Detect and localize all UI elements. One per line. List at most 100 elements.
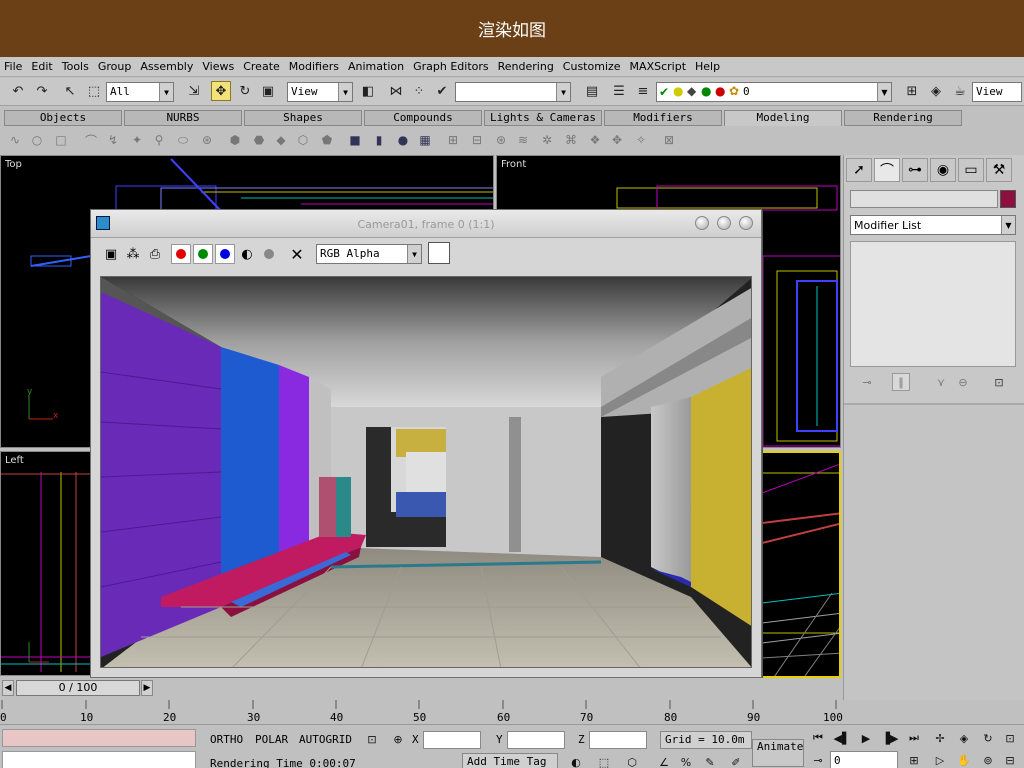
object-name-field[interactable] bbox=[850, 190, 998, 208]
polar-toggle[interactable]: POLAR bbox=[255, 733, 288, 746]
mirror-icon[interactable]: ⋈ bbox=[386, 81, 406, 101]
grid-object-icon[interactable]: ▦ bbox=[418, 133, 432, 147]
layers-icon[interactable]: ☰ bbox=[609, 81, 629, 101]
menu-assembly[interactable]: Assembly bbox=[140, 60, 193, 73]
minimize-icon[interactable] bbox=[695, 216, 709, 230]
sphere-icon[interactable]: ● bbox=[396, 133, 410, 147]
select-icon[interactable]: ↖ bbox=[60, 81, 80, 101]
bevel-icon[interactable]: ◆ bbox=[274, 133, 288, 147]
lathe-icon[interactable]: ⬡ bbox=[296, 133, 310, 147]
pixel-color-swatch[interactable] bbox=[428, 242, 450, 264]
extrude-icon[interactable]: ⬣ bbox=[252, 133, 266, 147]
monochrome-icon[interactable] bbox=[259, 244, 279, 264]
box-icon[interactable]: ■ bbox=[348, 133, 362, 147]
rendered-frame-window[interactable]: Camera01, frame 0 (1:1) ▣ ⁂ ⎙ ◐ ✕ RGB Al… bbox=[90, 209, 762, 678]
key-mode-icon[interactable]: ⊸ bbox=[808, 751, 828, 768]
menu-maxscript[interactable]: MAXScript bbox=[630, 60, 686, 73]
animate-button[interactable]: Animate bbox=[752, 739, 804, 767]
optimize-icon[interactable]: ✥ bbox=[610, 133, 624, 147]
redo-icon[interactable]: ↷ bbox=[32, 81, 52, 101]
material-editor-icon[interactable]: ◈ bbox=[926, 81, 946, 101]
tab-objects[interactable]: Objects bbox=[4, 110, 122, 126]
selection-lock-icon[interactable]: ◐ bbox=[566, 753, 586, 768]
menu-edit[interactable]: Edit bbox=[31, 60, 52, 73]
tab-lights-cameras[interactable]: Lights & Cameras bbox=[484, 110, 602, 126]
pin-stack-icon[interactable]: ⊸ bbox=[858, 373, 876, 391]
close-icon[interactable] bbox=[739, 216, 753, 230]
twist-icon[interactable]: ⊛ bbox=[200, 133, 214, 147]
current-frame-field[interactable]: 0 bbox=[830, 751, 898, 768]
tab-modifiers[interactable]: Modifiers bbox=[604, 110, 722, 126]
time-prev-icon[interactable]: ◀ bbox=[2, 680, 14, 696]
uvw-icon[interactable]: ⊞ bbox=[446, 133, 460, 147]
spinner-snap-icon[interactable]: ✎ bbox=[700, 753, 720, 768]
x-coordinate-field[interactable] bbox=[423, 731, 481, 749]
menu-customize[interactable]: Customize bbox=[563, 60, 621, 73]
tab-shapes[interactable]: Shapes bbox=[244, 110, 362, 126]
remove-modifier-icon[interactable]: ⊖ bbox=[954, 373, 972, 391]
layer-select[interactable]: ✔ ● ◆ ● ● ✿ 0 ▼ bbox=[656, 82, 892, 102]
channel-display-select[interactable]: RGB Alpha ▼ bbox=[316, 244, 422, 264]
tab-nurbs[interactable]: NURBS bbox=[124, 110, 242, 126]
maxscript-input[interactable] bbox=[2, 751, 196, 768]
show-end-result-icon[interactable]: ∥ bbox=[892, 373, 910, 391]
tab-modeling[interactable]: Modeling bbox=[724, 110, 842, 126]
meshsmooth-icon[interactable]: ❖ bbox=[588, 133, 602, 147]
rectangle-icon[interactable]: □ bbox=[54, 133, 68, 147]
go-to-start-icon[interactable]: ⏮ bbox=[808, 729, 828, 747]
clone-icon[interactable]: ⁂ bbox=[123, 244, 143, 264]
render-icon[interactable]: ☕ bbox=[950, 81, 970, 101]
spline-icon[interactable]: ∿ bbox=[8, 133, 22, 147]
ortho-toggle[interactable]: ORTHO bbox=[210, 733, 243, 746]
scale-icon[interactable]: ▣ bbox=[258, 81, 278, 101]
go-to-end-icon[interactable]: ⏭ bbox=[904, 729, 924, 747]
curve-icon[interactable]: ⌒ bbox=[84, 133, 98, 148]
save-icon[interactable]: ▣ bbox=[101, 244, 121, 264]
menu-animation[interactable]: Animation bbox=[348, 60, 404, 73]
next-frame-icon[interactable]: ▐▶ bbox=[880, 729, 900, 747]
lattice-icon[interactable]: ⊟ bbox=[470, 133, 484, 147]
modifier-list-select[interactable]: Modifier List ▼ bbox=[850, 215, 1016, 235]
bend-icon[interactable]: ↯ bbox=[106, 133, 120, 147]
angle-snap-icon[interactable]: ∠ bbox=[654, 753, 674, 768]
tab-compounds[interactable]: Compounds bbox=[364, 110, 482, 126]
viewport-perspective[interactable] bbox=[760, 451, 841, 678]
previous-frame-icon[interactable]: ◀▌ bbox=[832, 729, 852, 747]
maximize-icon[interactable] bbox=[717, 216, 731, 230]
named-selection-select[interactable]: ▼ bbox=[455, 82, 571, 102]
mesh-icon[interactable]: ⬢ bbox=[228, 133, 242, 147]
display-tab-icon[interactable]: ▭ bbox=[958, 158, 984, 182]
shape-icon[interactable]: ⬟ bbox=[320, 133, 334, 147]
z-coordinate-field[interactable] bbox=[589, 731, 647, 749]
edit-named-sel-icon[interactable]: ✐ bbox=[726, 753, 746, 768]
time-slider-thumb[interactable]: 0 / 100 bbox=[16, 680, 140, 696]
pan-icon[interactable]: ✋ bbox=[954, 751, 974, 768]
shell-icon[interactable]: ⬭ bbox=[176, 133, 190, 147]
utilities-tab-icon[interactable]: ⚒ bbox=[986, 158, 1012, 182]
render-window-titlebar[interactable]: Camera01, frame 0 (1:1) bbox=[91, 210, 761, 238]
circle-icon[interactable]: ○ bbox=[30, 133, 44, 147]
configure-sets-icon[interactable]: ⊡ bbox=[990, 373, 1008, 391]
zoom-all-icon[interactable]: ◈ bbox=[954, 729, 974, 747]
hierarchy-tab-icon[interactable]: ⊶ bbox=[902, 158, 928, 182]
orbit-icon[interactable]: ↻ bbox=[978, 729, 998, 747]
snap-3d-icon[interactable]: ⬡ bbox=[622, 753, 642, 768]
select-by-name-icon[interactable]: ⇲ bbox=[184, 81, 204, 101]
time-config-icon[interactable]: ⊞ bbox=[904, 751, 924, 768]
time-next-icon[interactable]: ▶ bbox=[141, 680, 153, 696]
motion-tab-icon[interactable]: ◉ bbox=[930, 158, 956, 182]
clear-icon[interactable]: ✕ bbox=[287, 244, 307, 264]
menu-create[interactable]: Create bbox=[243, 60, 280, 73]
track-bar[interactable]: 0 10 20 30 40 50 60 70 80 90 100 bbox=[0, 698, 843, 724]
menu-modifiers[interactable]: Modifiers bbox=[289, 60, 339, 73]
zoom-icon[interactable]: ✢ bbox=[930, 729, 950, 747]
wave-icon[interactable]: ≋ bbox=[516, 133, 530, 147]
absolute-mode-icon[interactable]: ⊕ bbox=[388, 730, 408, 748]
move-icon[interactable]: ✥ bbox=[211, 81, 231, 101]
menu-graph-editors[interactable]: Graph Editors bbox=[413, 60, 489, 73]
object-color-swatch[interactable] bbox=[1000, 190, 1016, 208]
tab-rendering[interactable]: Rendering bbox=[844, 110, 962, 126]
render-view-select[interactable]: View bbox=[972, 82, 1022, 102]
fov-icon[interactable]: ▷ bbox=[930, 751, 950, 768]
track-view-icon[interactable]: ▤ bbox=[582, 81, 602, 101]
